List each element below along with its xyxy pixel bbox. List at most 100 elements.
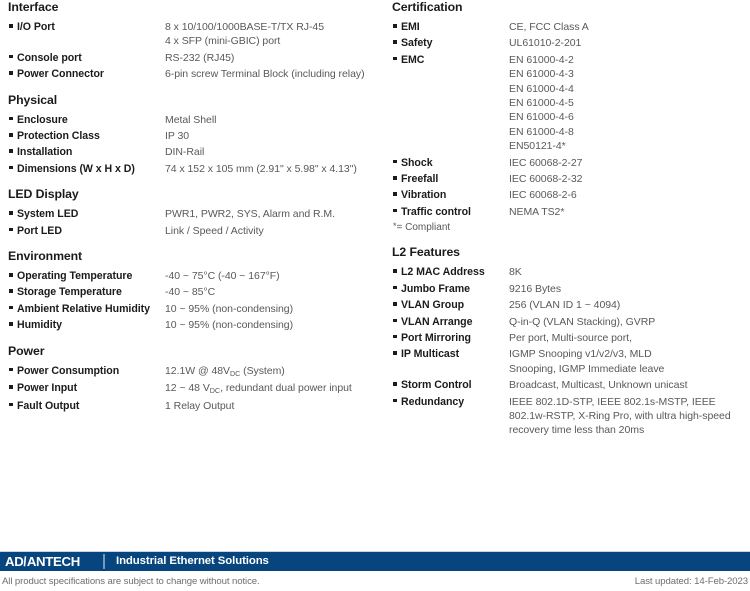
logo-text-part-2: ANTECH [26, 554, 80, 569]
spec-row: Shock IEC 60068-2-27 [388, 155, 750, 170]
spec-value: 12 ~ 48 VDC, redundant dual power input [165, 380, 380, 396]
spec-value-line: IEC 60068-2-27 [509, 156, 583, 169]
spec-value-line: EN 61000-4-8 [509, 125, 574, 138]
spec-row: Storm Control Broadcast, Multicast, Unkno… [388, 377, 750, 392]
spec-value: Q-in-Q (VLAN Stacking), GVRP [509, 314, 750, 329]
section-title: Physical [8, 92, 58, 107]
spec-value-line: EN 61000-4-2 [509, 53, 574, 66]
spec-value-line: IEC 60068-2-6 [509, 189, 577, 202]
spec-value: -40 ~ 85°C [165, 284, 380, 299]
spec-label: Traffic control [401, 205, 471, 218]
spec-row: Ambient Relative Humidity 10 ~ 95% (non-c… [4, 301, 380, 316]
spec-value-line: Q-in-Q (VLAN Stacking), GVRP [509, 315, 656, 328]
spec-label: Protection Class [17, 130, 100, 143]
spec-label: Power Input [17, 382, 78, 395]
spec-value: IEC 60068-2-32 [509, 171, 750, 186]
spec-label: Port LED [17, 224, 62, 237]
spec-value-line: 12.1W @ 48VDC (System) [165, 364, 285, 378]
bullet-square-icon [4, 161, 17, 170]
spec-label: EMC [401, 53, 425, 66]
spec-section-interface: Interface I/O Port 8 x 10/100/1000BASE-T/T… [4, 0, 380, 82]
spec-row: Console port RS-232 (RJ45) [4, 50, 380, 65]
spec-value: EN 61000-4-2 EN 61000-4-3 EN 61000-4-4 EN 6… [509, 52, 750, 154]
section-title: L2 Features [392, 245, 460, 260]
spec-value-line: 10 ~ 95% (non-condensing) [165, 319, 294, 332]
section-title: Environment [8, 249, 83, 264]
spec-row: Operating Temperature -40 ~ 75°C (-40 ~ 1… [4, 268, 380, 283]
spec-value: Per port, Multi-source port, [509, 330, 750, 345]
spec-value-line: PWR1, PWR2, SYS, Alarm and R.M. [165, 208, 335, 221]
spec-label: Ambient Relative Humidity [17, 302, 150, 315]
spec-value: IP 30 [165, 128, 380, 143]
spec-label: Power Connector [17, 68, 104, 81]
spec-label: EMI [401, 21, 420, 33]
bullet-square-icon [4, 19, 17, 28]
spec-row: I/O Port 8 x 10/100/1000BASE-T/TX RJ-45 4 … [4, 19, 380, 49]
spec-row: Traffic control NEMA TS2* [388, 204, 750, 219]
bullet-square-icon [4, 144, 17, 153]
bullet-square-icon [4, 50, 17, 59]
spec-value-line: IEC 60068-2-32 [509, 173, 583, 186]
spec-value-line: Link / Speed / Activity [165, 224, 264, 237]
spec-row: Humidity 10 ~ 95% (non-condensing) [4, 317, 380, 332]
spec-row: Installation DIN-Rail [4, 144, 380, 159]
spec-value: IEEE 802.1D-STP, IEEE 802.1s-MSTP, IEEE 8… [509, 394, 750, 438]
spec-value-line: IGMP Snooping v1/v2/v3, MLD [509, 348, 652, 361]
spec-value-line: EN 61000-4-6 [509, 111, 574, 124]
spec-label: Redundancy [401, 395, 465, 408]
section-title: Interface [8, 0, 59, 14]
bullet-square-icon [4, 317, 17, 326]
left-spec-column: Interface I/O Port 8 x 10/100/1000BASE-T/T… [0, 0, 380, 520]
spec-value-line: CE, FCC Class A [509, 21, 589, 33]
spec-value: 8 x 10/100/1000BASE-T/TX RJ-45 4 x SFP (m… [165, 19, 380, 49]
spec-section-l2-features: L2 Features L2 MAC Address 8K Jumbo Frame 92… [388, 245, 750, 437]
spec-label: I/O Port [17, 21, 55, 33]
spec-row: Redundancy IEEE 802.1D-STP, IEEE 802.1s-M… [388, 394, 750, 438]
bullet-square-icon [388, 19, 401, 28]
spec-value-line: 8 x 10/100/1000BASE-T/TX RJ-45 [165, 21, 324, 33]
spec-value: Broadcast, Multicast, Unknown unicast [509, 377, 750, 392]
spec-value-line: 802.1w-RSTP, X-Ring Pro, with ultra high… [509, 409, 731, 422]
spec-value-line: recovery time less than 20ms [509, 424, 645, 437]
spec-value: PWR1, PWR2, SYS, Alarm and R.M. [165, 206, 380, 221]
spec-row: VLAN Group 256 (VLAN ID 1 ~ 4094) [388, 297, 750, 312]
section-footnote: *= Compliant [393, 221, 451, 234]
bullet-square-icon [4, 284, 17, 293]
bullet-square-icon [4, 223, 17, 232]
spec-value: IEC 60068-2-6 [509, 187, 750, 202]
spec-label: Operating Temperature [17, 270, 133, 283]
bullet-square-icon [388, 171, 401, 180]
spec-value: 74 x 152 x 105 mm (2.91" x 5.98" x 4.13"… [165, 161, 380, 176]
spec-value: RS-232 (RJ45) [165, 50, 380, 65]
spec-value-line: -40 ~ 75°C (-40 ~ 167°F) [165, 270, 280, 283]
spec-value-line: IEEE 802.1D-STP, IEEE 802.1s-MSTP, IEEE [509, 395, 716, 408]
bullet-square-icon [388, 394, 401, 403]
spec-value-line: 4 x SFP (mini-GBIC) port [165, 35, 281, 48]
section-title: LED Display [8, 187, 79, 202]
spec-label: Storage Temperature [17, 286, 122, 299]
page-footer: AD\ANTECH Industrial Ethernet Solutions … [0, 551, 750, 591]
bullet-square-icon [4, 301, 17, 310]
footer-note-row: All product specifications are subject t… [0, 571, 750, 591]
spec-label: Vibration [401, 189, 447, 202]
bullet-square-icon [4, 66, 17, 75]
spec-value: IGMP Snooping v1/v2/v3, MLD Snooping, IGM… [509, 346, 750, 376]
spec-row: Freefall IEC 60068-2-32 [388, 171, 750, 186]
spec-value-line: 6-pin screw Terminal Block (including re… [165, 68, 365, 81]
spec-row: Power Connector 6-pin screw Terminal Bloc… [4, 66, 380, 81]
spec-value-line: 10 ~ 95% (non-condensing) [165, 302, 294, 315]
spec-row: System LED PWR1, PWR2, SYS, Alarm and R.M… [4, 206, 380, 221]
footer-tagline: Industrial Ethernet Solutions [116, 555, 269, 567]
spec-label: Installation [17, 146, 73, 159]
spec-value-line: NEMA TS2* [509, 205, 565, 218]
spec-row: Dimensions (W x H x D) 74 x 152 x 105 mm … [4, 161, 380, 176]
bullet-square-icon [388, 187, 401, 196]
spec-label: VLAN Arrange [401, 315, 473, 328]
spec-value-line: EN 61000-4-5 [509, 97, 574, 110]
spec-section-physical: Physical Enclosure Metal Shell Protection C… [4, 93, 380, 177]
spec-row: Power Consumption 12.1W @ 48VDC (System) [4, 363, 380, 379]
spec-section-power: Power Power Consumption 12.1W @ 48VDC (Sys… [4, 344, 380, 413]
section-title: Certification [392, 0, 463, 14]
spec-label: L2 MAC Address [401, 266, 485, 279]
spec-value-line: IP 30 [165, 130, 190, 143]
